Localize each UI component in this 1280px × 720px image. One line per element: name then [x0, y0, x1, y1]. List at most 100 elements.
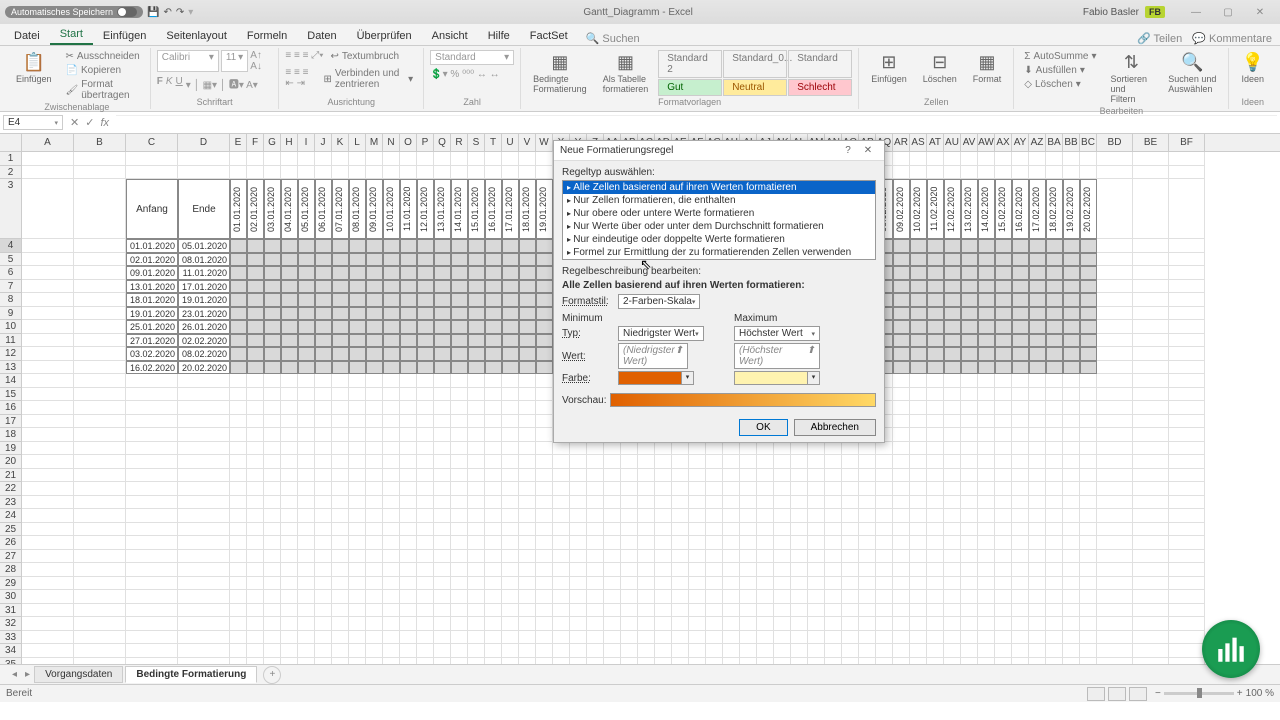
delete-cells-button[interactable]: ⊟Löschen: [917, 50, 963, 86]
autosum-button[interactable]: Σ AutoSumme ▾: [1020, 50, 1100, 63]
row-header[interactable]: 20: [0, 455, 22, 469]
row-header[interactable]: 34: [0, 644, 22, 658]
row-header[interactable]: 22: [0, 482, 22, 496]
format-cells-button[interactable]: ▦Format: [967, 50, 1008, 86]
col-header[interactable]: AV: [961, 134, 978, 151]
formula-input[interactable]: [116, 115, 1277, 131]
ideas-button[interactable]: 💡Ideen: [1235, 50, 1270, 86]
col-header[interactable]: G: [264, 134, 281, 151]
col-header[interactable]: AU: [944, 134, 961, 151]
format-painter-button[interactable]: 🖌 Format übertragen: [62, 78, 144, 102]
view-page-break-button[interactable]: [1129, 687, 1147, 701]
row-header[interactable]: 14: [0, 374, 22, 388]
row-header[interactable]: 16: [0, 401, 22, 415]
row-header[interactable]: 15: [0, 388, 22, 402]
row-header[interactable]: 5: [0, 253, 22, 267]
col-header[interactable]: A: [22, 134, 74, 151]
col-header[interactable]: O: [400, 134, 417, 151]
row-header[interactable]: 35: [0, 658, 22, 665]
min-value-input[interactable]: (Niedrigster Wert)⬆: [618, 343, 688, 369]
merge-button[interactable]: ⊞ Verbinden und zentrieren ▾: [319, 67, 417, 91]
font-name-select[interactable]: Calibri▾: [157, 50, 219, 72]
col-header[interactable]: AX: [995, 134, 1012, 151]
user-badge[interactable]: FB: [1145, 6, 1165, 18]
tab-seitenlayout[interactable]: Seitenlayout: [156, 27, 237, 45]
row-header[interactable]: 17: [0, 415, 22, 429]
col-header[interactable]: AY: [1012, 134, 1029, 151]
max-value-input[interactable]: (Höchster Wert)⬆: [734, 343, 820, 369]
tab-datei[interactable]: Datei: [4, 27, 50, 45]
tab-nav-prev[interactable]: ◂: [8, 669, 21, 680]
row-header[interactable]: 27: [0, 550, 22, 564]
insert-cells-button[interactable]: ⊞Einfügen: [865, 50, 913, 86]
col-header[interactable]: AZ: [1029, 134, 1046, 151]
row-header[interactable]: 9: [0, 307, 22, 321]
redo-icon[interactable]: ↷: [176, 7, 184, 18]
rule-type-item[interactable]: Nur eindeutige oder doppelte Werte forma…: [563, 233, 875, 246]
col-header[interactable]: B: [74, 134, 126, 151]
row-header[interactable]: 18: [0, 428, 22, 442]
close-button[interactable]: ✕: [1245, 3, 1275, 21]
style-standard0[interactable]: Standard_0...: [723, 50, 787, 78]
comments-button[interactable]: 💬 Kommentare: [1192, 32, 1272, 45]
paste-button[interactable]: 📋Einfügen: [10, 50, 58, 86]
zoom-in-button[interactable]: +: [1237, 688, 1243, 699]
row-header[interactable]: 2: [0, 166, 22, 180]
col-header[interactable]: P: [417, 134, 434, 151]
row-header[interactable]: 24: [0, 509, 22, 523]
col-header[interactable]: S: [468, 134, 485, 151]
col-header[interactable]: V: [519, 134, 536, 151]
col-header[interactable]: BA: [1046, 134, 1063, 151]
rule-type-item[interactable]: Nur Zellen formatieren, die enthalten: [563, 194, 875, 207]
zoom-out-button[interactable]: −: [1155, 688, 1161, 699]
row-header[interactable]: 12: [0, 347, 22, 361]
find-select-button[interactable]: 🔍Suchen und Auswählen: [1162, 50, 1222, 96]
max-type-select[interactable]: Höchster Wert▾: [734, 326, 820, 341]
tab-ansicht[interactable]: Ansicht: [422, 27, 478, 45]
enter-icon[interactable]: ✓: [85, 116, 94, 129]
row-header[interactable]: 3: [0, 179, 22, 239]
row-header[interactable]: 32: [0, 617, 22, 631]
col-header[interactable]: BF: [1169, 134, 1205, 151]
sheet-tab-bedingte[interactable]: Bedingte Formatierung: [125, 666, 257, 683]
underline-icon[interactable]: U: [176, 76, 183, 91]
cancel-button[interactable]: Abbrechen: [794, 419, 876, 436]
autosave-toggle[interactable]: Automatisches Speichern: [5, 6, 143, 18]
dialog-close-button[interactable]: ✕: [858, 145, 878, 156]
tab-ueberpruefen[interactable]: Überprüfen: [347, 27, 422, 45]
row-header[interactable]: 10: [0, 320, 22, 334]
sort-filter-button[interactable]: ⇅Sortieren und Filtern: [1105, 50, 1159, 106]
tab-daten[interactable]: Daten: [297, 27, 346, 45]
zoom-level[interactable]: 100 %: [1246, 688, 1274, 699]
row-header[interactable]: 21: [0, 469, 22, 483]
maximize-button[interactable]: ▢: [1213, 3, 1243, 21]
col-header[interactable]: F: [247, 134, 264, 151]
col-header[interactable]: AS: [910, 134, 927, 151]
col-header[interactable]: BE: [1133, 134, 1169, 151]
col-header[interactable]: C: [126, 134, 178, 151]
row-header[interactable]: 33: [0, 631, 22, 645]
italic-icon[interactable]: K: [166, 76, 173, 91]
tab-hilfe[interactable]: Hilfe: [478, 27, 520, 45]
row-header[interactable]: 25: [0, 523, 22, 537]
col-header[interactable]: H: [281, 134, 298, 151]
style-standard[interactable]: Standard: [788, 50, 852, 78]
tab-nav-next[interactable]: ▸: [21, 669, 34, 680]
row-header[interactable]: 4: [0, 239, 22, 253]
number-format-select[interactable]: Standard▾: [430, 50, 514, 65]
minimize-button[interactable]: —: [1181, 3, 1211, 21]
rule-type-item[interactable]: Alle Zellen basierend auf ihren Werten f…: [563, 181, 875, 194]
row-header[interactable]: 8: [0, 293, 22, 307]
col-header[interactable]: W: [536, 134, 553, 151]
format-style-select[interactable]: 2-Farben-Skala▾: [618, 294, 700, 309]
row-header[interactable]: 30: [0, 590, 22, 604]
conditional-formatting-button[interactable]: ▦Bedingte Formatierung: [527, 50, 593, 96]
row-header[interactable]: 7: [0, 280, 22, 294]
col-header[interactable]: R: [451, 134, 468, 151]
view-page-layout-button[interactable]: [1108, 687, 1126, 701]
row-header[interactable]: 29: [0, 577, 22, 591]
style-standard2[interactable]: Standard 2: [658, 50, 722, 78]
rule-type-item[interactable]: Nur Werte über oder unter dem Durchschni…: [563, 220, 875, 233]
cut-button[interactable]: ✂ Ausschneiden: [62, 50, 144, 63]
col-header[interactable]: K: [332, 134, 349, 151]
